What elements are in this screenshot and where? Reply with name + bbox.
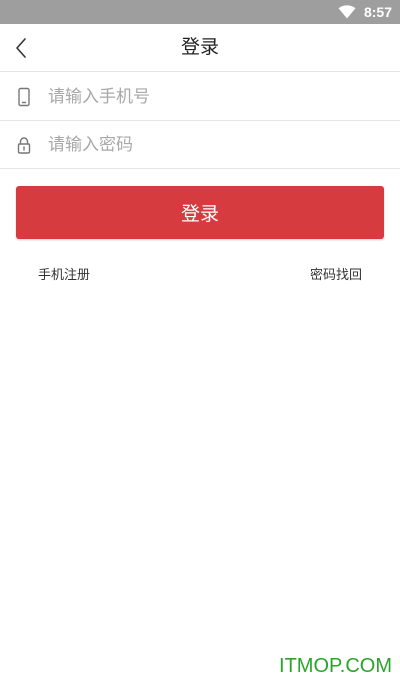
login-screen: 8:57 登录 登录 手机注册 密码找回 ITMOP.COM: [0, 0, 400, 690]
forgot-password-link[interactable]: 密码找回: [310, 264, 362, 283]
watermark: ITMOP.COM: [279, 655, 392, 677]
register-link[interactable]: 手机注册: [38, 264, 90, 283]
wifi-icon: [338, 5, 356, 19]
password-field-row: [0, 121, 400, 169]
phone-icon: [18, 87, 30, 106]
password-input[interactable]: [48, 134, 368, 155]
lock-icon: [17, 136, 31, 154]
app-bar: 登录: [0, 24, 400, 72]
page-title: 登录: [180, 36, 219, 58]
status-bar: 8:57: [0, 0, 400, 24]
status-time: 8:57: [363, 4, 392, 20]
phone-field-row: [0, 73, 400, 121]
phone-input[interactable]: [48, 86, 368, 107]
login-button[interactable]: 登录: [16, 186, 384, 239]
